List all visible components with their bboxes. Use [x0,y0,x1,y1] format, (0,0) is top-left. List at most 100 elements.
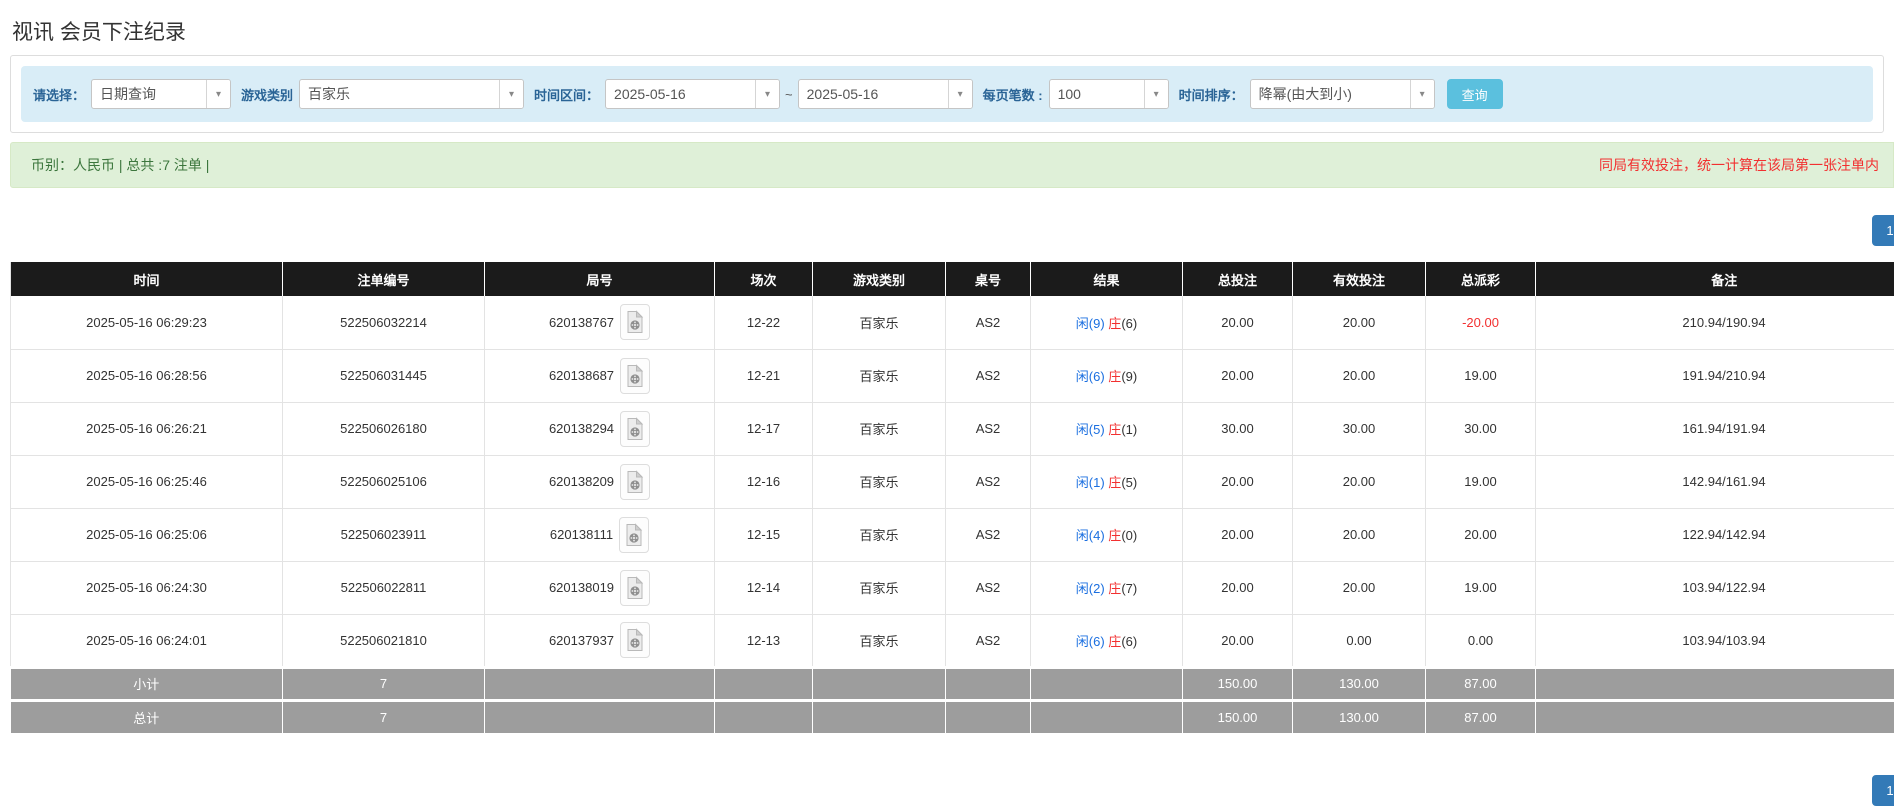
cell-remark: 142.94/161.94 [1535,455,1894,509]
chevron-down-icon[interactable]: ▾ [499,80,524,108]
page-size-label: 每页笔数 : [982,87,1043,103]
table-row: 2025-05-16 06:25:46 522506025106 6201382… [10,455,1894,509]
cell-total-bet: 20.00 [1182,455,1293,509]
cell-total-bet: 20.00 [1182,349,1293,403]
cell-total-payout: 19.00 [1425,561,1536,615]
table-row: 2025-05-16 06:29:23 522506032214 6201387… [10,296,1894,350]
cell-result: 闲(5) 庄(1) [1030,402,1183,456]
video-replay-icon[interactable] [619,516,650,553]
col-header-table-no: 桌号 [945,262,1031,296]
pagination-page-1-top[interactable]: 1 [1872,215,1894,246]
cell-valid-bet: 20.00 [1292,508,1426,562]
video-replay-icon[interactable] [620,622,651,658]
video-replay-icon[interactable] [620,463,651,500]
chevron-down-icon[interactable]: ▾ [755,80,780,108]
cell-total-bet: 30.00 [1182,402,1293,456]
cell-session: 12-13 [714,614,813,668]
cell-remark: 122.94/142.94 [1535,508,1894,562]
cell-round-no: 620138209 [484,455,715,509]
cell-result: 闲(4) 庄(0) [1030,508,1183,562]
table-row: 2025-05-16 06:24:30 522506022811 6201380… [10,561,1894,615]
cell-result: 闲(2) 庄(7) [1030,561,1183,615]
cell-total-payout: 20.00 [1425,508,1536,562]
cell-time: 2025-05-16 06:24:30 [10,561,283,615]
cell-table-no: AS2 [945,296,1031,350]
pagination-page-1-bottom[interactable]: 1 [1872,775,1894,806]
game-type-label: 游戏类别 [241,87,294,103]
range-separator: ~ [785,86,793,102]
cell-bet-no: 522506021810 [282,614,485,668]
chevron-down-icon[interactable]: ▾ [947,80,972,108]
chevron-down-icon[interactable]: ▾ [206,80,231,108]
cell-game-type: 百家乐 [812,614,946,668]
cell-valid-bet: 20.00 [1292,455,1426,509]
game-type-select[interactable]: 百家乐 ▾ [299,79,525,109]
col-header-session: 场次 [714,262,813,296]
cell-time: 2025-05-16 06:24:01 [10,614,283,668]
cell-total-bet: 20.00 [1182,296,1293,350]
filter-bar: 请选择： 日期查询 ▾ 游戏类别 百家乐 ▾ 时间区间： 2025-05-16 … [21,66,1873,122]
time-sort-select[interactable]: 降幂(由大到小) ▾ [1249,79,1435,109]
cell-game-type: 百家乐 [812,349,946,403]
cell-table-no: AS2 [945,614,1031,668]
table-row: 2025-05-16 06:28:56 522506031445 6201386… [10,349,1894,403]
cell-result: 闲(1) 庄(5) [1030,455,1183,509]
subtotal-total-payout: 87.00 [1425,665,1536,700]
cell-table-no: AS2 [945,508,1031,562]
chevron-down-icon[interactable]: ▾ [1409,80,1434,108]
cell-total-bet: 20.00 [1182,614,1293,668]
video-replay-icon[interactable] [620,569,651,606]
time-sort-value: 降幂(由大到小) [1258,86,1352,102]
cell-remark: 191.94/210.94 [1535,349,1894,403]
col-header-bet-no: 注单编号 [282,262,485,296]
subtotal-row: 小计 7 150.00 130.00 87.00 [10,665,1894,700]
choose-label: 请选择： [33,87,86,103]
cell-total-payout: 30.00 [1425,402,1536,456]
cell-session: 12-22 [714,296,813,350]
cell-bet-no: 522506031445 [282,349,485,403]
video-replay-icon[interactable] [620,357,651,394]
grand-total-total-payout: 87.00 [1425,698,1536,733]
currency-total-text: 币别：人民币 | 总共 :7 注单 | [31,157,210,173]
col-header-result: 结果 [1030,262,1183,296]
cell-remark: 103.94/122.94 [1535,561,1894,615]
video-replay-icon[interactable] [620,304,651,341]
search-button[interactable]: 查询 [1446,79,1503,109]
subtotal-valid-bet: 130.00 [1292,665,1426,700]
cell-round-no: 620138294 [484,402,715,456]
cell-table-no: AS2 [945,561,1031,615]
grand-total-count: 7 [282,698,485,733]
cell-result: 闲(9) 庄(6) [1030,296,1183,350]
cell-valid-bet: 30.00 [1292,402,1426,456]
date-to-select[interactable]: 2025-05-16 ▾ [797,79,973,109]
col-header-remark: 备注 [1535,262,1894,296]
cell-bet-no: 522506022811 [282,561,485,615]
chevron-down-icon[interactable]: ▾ [1143,80,1168,108]
date-from-value: 2025-05-16 [614,86,686,102]
grand-total-total-bet: 150.00 [1182,698,1293,733]
query-type-value: 日期查询 [100,86,157,102]
query-type-select[interactable]: 日期查询 ▾ [91,79,232,109]
page-size-select[interactable]: 100 ▾ [1048,79,1169,109]
cell-valid-bet: 20.00 [1292,296,1426,350]
cell-game-type: 百家乐 [812,508,946,562]
cell-time: 2025-05-16 06:25:06 [10,508,283,562]
cell-bet-no: 522506025106 [282,455,485,509]
cell-time: 2025-05-16 06:25:46 [10,455,283,509]
col-header-total-bet: 总投注 [1182,262,1293,296]
cell-time: 2025-05-16 06:29:23 [10,296,283,350]
date-from-select[interactable]: 2025-05-16 ▾ [605,79,781,109]
col-header-valid-bet: 有效投注 [1292,262,1426,296]
video-replay-icon[interactable] [620,410,651,447]
col-header-time: 时间 [10,262,283,296]
cell-round-no: 620138687 [484,349,715,403]
summary-info-bar: 币别：人民币 | 总共 :7 注单 | 同局有效投注，统一计算在该局第一张注单内 [10,142,1894,188]
valid-bet-notice: 同局有效投注，统一计算在该局第一张注单内 [1599,157,1879,173]
cell-remark: 103.94/103.94 [1535,614,1894,668]
cell-remark: 210.94/190.94 [1535,296,1894,350]
page-title: 视讯 会员下注纪录 [12,21,186,44]
cell-round-no: 620137937 [484,614,715,668]
cell-round-no: 620138019 [484,561,715,615]
cell-session: 12-17 [714,402,813,456]
cell-result: 闲(6) 庄(6) [1030,614,1183,668]
